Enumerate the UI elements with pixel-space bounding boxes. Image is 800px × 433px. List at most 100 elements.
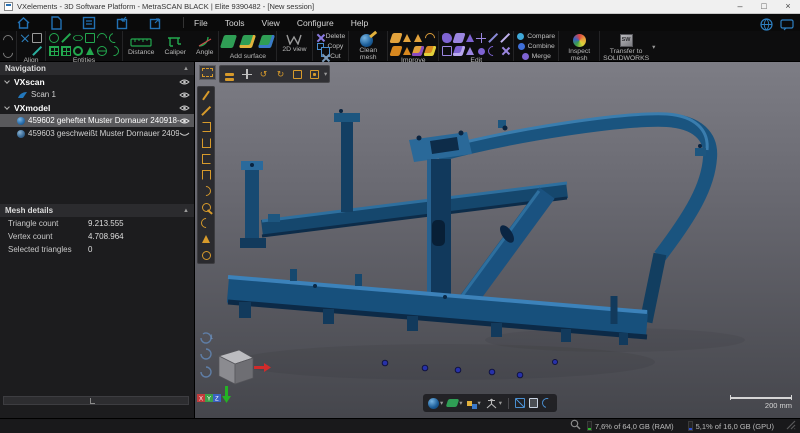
open-session-icon[interactable] bbox=[79, 15, 99, 30]
lasso-select-icon[interactable] bbox=[199, 201, 213, 213]
new-session-icon[interactable] bbox=[46, 15, 66, 30]
entity-ellipse-icon[interactable] bbox=[72, 34, 85, 42]
visibility-eye-icon[interactable] bbox=[179, 117, 190, 125]
tree-item-scan1[interactable]: Scan 1 bbox=[0, 88, 194, 101]
rectangle-selection-icon[interactable] bbox=[199, 65, 216, 80]
visibility-eye-icon[interactable] bbox=[179, 104, 190, 112]
visibility-eye-icon[interactable] bbox=[179, 78, 190, 86]
angle-button[interactable]: Angle bbox=[194, 36, 215, 56]
edit-fill-icon[interactable] bbox=[478, 48, 485, 55]
tree-item-mesh-459603[interactable]: 459603 geschweißt Muster Dornauer 240916… bbox=[0, 127, 194, 140]
edit-split-icon[interactable] bbox=[500, 33, 510, 43]
edit-defeature-icon[interactable] bbox=[442, 33, 452, 43]
improve-decimate-icon[interactable] bbox=[424, 46, 437, 56]
mesh-details-header[interactable]: Mesh details ▲ bbox=[0, 204, 194, 217]
u-shape-top-icon[interactable] bbox=[199, 137, 213, 149]
online-services-icon[interactable] bbox=[760, 18, 773, 36]
entities-display-button[interactable]: ▾ bbox=[467, 399, 481, 407]
entity-torus-icon[interactable] bbox=[73, 46, 83, 56]
model-canvas[interactable] bbox=[195, 62, 800, 418]
entity-line-icon[interactable] bbox=[61, 33, 71, 43]
improve-patch-icon[interactable] bbox=[390, 46, 403, 56]
edit-triangle-icon[interactable] bbox=[466, 34, 474, 42]
rotate-left-icon[interactable]: ↺ bbox=[256, 67, 271, 81]
align-pen-icon[interactable] bbox=[32, 46, 42, 56]
rotate-right-icon[interactable]: ↻ bbox=[273, 67, 288, 81]
caliper-button[interactable]: Caliper bbox=[162, 36, 188, 56]
improve-holes-icon[interactable] bbox=[403, 47, 411, 55]
zoom-window-icon[interactable] bbox=[290, 67, 305, 81]
brush-select-icon[interactable] bbox=[199, 89, 213, 101]
export-icon[interactable] bbox=[145, 15, 165, 30]
zoom-fit-icon[interactable] bbox=[307, 67, 322, 81]
triangle-select-icon[interactable] bbox=[199, 233, 213, 245]
mesh-display-button[interactable]: ▾ bbox=[428, 398, 443, 409]
2d-view-button[interactable]: 2D view bbox=[280, 34, 308, 53]
entity-grid-icon[interactable] bbox=[49, 46, 59, 56]
collapse-icon[interactable]: ▲ bbox=[183, 208, 189, 214]
copy-button[interactable]: Copy bbox=[317, 42, 343, 51]
chevron-down-icon[interactable]: ▾ bbox=[324, 70, 327, 78]
inspect-mesh-button[interactable]: Inspect mesh bbox=[562, 34, 596, 62]
u-shape-right-icon[interactable] bbox=[199, 153, 213, 165]
resize-grip[interactable] bbox=[786, 417, 796, 433]
wireframe-cube-button[interactable] bbox=[515, 398, 525, 408]
navigation-gizmo[interactable]: 1 X Y Z bbox=[197, 326, 271, 404]
delete-button[interactable]: Delete bbox=[316, 32, 346, 41]
chevron-expand-icon[interactable] bbox=[4, 78, 10, 84]
u-shape-bottom-icon[interactable] bbox=[199, 169, 213, 181]
minimize-button[interactable]: – bbox=[728, 0, 752, 14]
menu-view[interactable]: View bbox=[262, 18, 280, 28]
spline-select-icon[interactable] bbox=[199, 217, 213, 229]
menu-tools[interactable]: Tools bbox=[225, 18, 245, 28]
edit-crop-icon[interactable] bbox=[442, 46, 452, 56]
redo-button[interactable] bbox=[1, 45, 15, 59]
compare-button[interactable]: Compare bbox=[517, 32, 555, 41]
distance-button[interactable]: Distance bbox=[126, 37, 156, 56]
clipping-plane-button[interactable] bbox=[529, 398, 538, 408]
import-icon[interactable] bbox=[112, 15, 132, 30]
u-shape-left-icon[interactable] bbox=[199, 121, 213, 133]
tree-item-mesh-459602[interactable]: 459602 geheftet Muster Dornauer 240918-1 bbox=[0, 114, 194, 127]
knife-select-icon[interactable] bbox=[199, 185, 213, 197]
transfer-solidworks-button[interactable]: SW Transfer to SOLIDWORKS ▾ bbox=[603, 34, 655, 62]
visibility-eye-icon[interactable] bbox=[179, 91, 190, 99]
entity-cone-icon[interactable] bbox=[86, 47, 94, 55]
entity-rectangle-icon[interactable] bbox=[85, 33, 95, 43]
circle-select-icon[interactable] bbox=[199, 249, 213, 261]
collapse-icon[interactable]: ▲ bbox=[183, 66, 189, 72]
feedback-icon[interactable] bbox=[780, 18, 794, 36]
edit-surface-icon[interactable] bbox=[453, 33, 466, 43]
chevron-expand-icon[interactable] bbox=[4, 104, 10, 110]
entity-sphere-icon[interactable] bbox=[97, 46, 107, 56]
home-icon[interactable] bbox=[13, 15, 33, 30]
improve-spikes-icon[interactable] bbox=[403, 34, 411, 42]
undo-button[interactable] bbox=[1, 32, 15, 46]
combine-button[interactable]: Combine bbox=[518, 42, 555, 51]
maximize-button[interactable]: □ bbox=[752, 0, 776, 14]
chevron-down-icon[interactable]: ▾ bbox=[652, 45, 655, 52]
cut-button[interactable]: Cut bbox=[320, 52, 341, 61]
improve-smooth-icon[interactable] bbox=[423, 31, 437, 45]
entity-circle-icon[interactable] bbox=[49, 33, 59, 43]
pan-icon[interactable] bbox=[239, 67, 254, 81]
magnifier-icon[interactable] bbox=[570, 417, 581, 433]
edit-extend-icon[interactable] bbox=[453, 46, 466, 56]
edit-flip-icon[interactable] bbox=[466, 47, 474, 55]
targets-display-button[interactable]: ▾ bbox=[485, 398, 502, 409]
entity-curve-icon[interactable] bbox=[107, 44, 121, 58]
curve-display-button[interactable] bbox=[542, 398, 552, 408]
close-button[interactable]: × bbox=[776, 0, 800, 14]
edit-add-icon[interactable] bbox=[476, 33, 486, 43]
tree-group-vxscan[interactable]: VXscan bbox=[0, 75, 194, 88]
align-bestfit-icon[interactable] bbox=[18, 31, 32, 45]
improve-fill-icon[interactable] bbox=[390, 33, 403, 43]
edit-bridge-icon[interactable] bbox=[488, 33, 498, 43]
improve-boundary-icon[interactable] bbox=[414, 34, 422, 42]
add-surface-2-icon[interactable] bbox=[239, 35, 256, 48]
menu-file[interactable]: File bbox=[194, 18, 208, 28]
line-select-icon[interactable] bbox=[199, 105, 213, 117]
entity-slot-icon[interactable] bbox=[107, 31, 121, 45]
tree-group-vxmodel[interactable]: VXmodel bbox=[0, 101, 194, 114]
layers-icon[interactable] bbox=[222, 67, 237, 81]
